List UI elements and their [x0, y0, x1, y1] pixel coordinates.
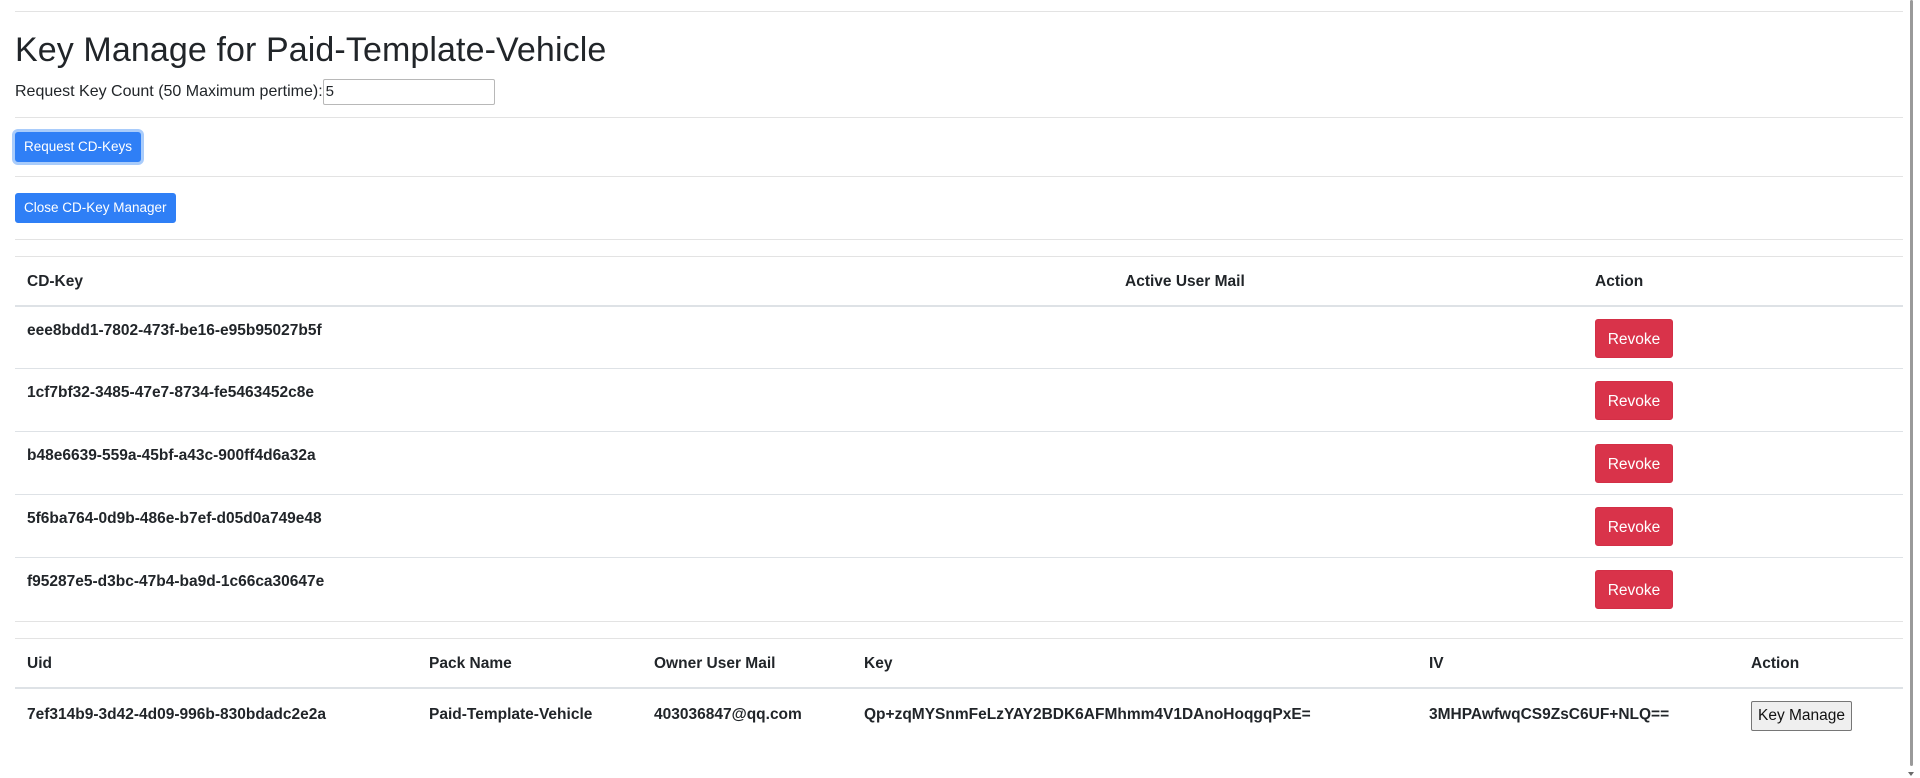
divider-2 — [15, 175, 1903, 177]
divider-1 — [15, 116, 1903, 118]
scrollbar-thumb[interactable] — [1910, 0, 1913, 766]
cd-key-cell: 5f6ba764-0d9b-486e-b7ef-d05d0a749e48 — [27, 510, 322, 528]
owner-mail-cell: 403036847@qq.com — [654, 705, 802, 723]
active-user-mail-cell — [1113, 558, 1583, 621]
cd-key-cell: 1cf7bf32-3485-47e7-8734-fe5463452c8e — [27, 384, 314, 402]
packs-table: Uid Pack Name Owner User Mail Key IV Act… — [15, 639, 1903, 742]
table-row: 5f6ba764-0d9b-486e-b7ef-d05d0a749e48 Rev… — [15, 495, 1903, 558]
page-container: Key Manage for Paid-Template-Vehicle Req… — [0, 11, 1920, 742]
column-header-action: Action — [1595, 272, 1644, 290]
key-cell: Qp+zqMYSnmFeLzYAY2BDK6AFMhmm4V1DAnoHoqgq… — [864, 705, 1311, 723]
request-cd-keys-button[interactable]: Request CD-Keys — [15, 131, 142, 162]
action-cell: Revoke — [1583, 558, 1903, 621]
revoke-button[interactable]: Revoke — [1595, 444, 1673, 484]
top-divider — [15, 11, 1903, 12]
active-user-mail-cell — [1113, 495, 1583, 558]
revoke-button[interactable]: Revoke — [1595, 570, 1673, 610]
column-header-uid: Uid — [27, 654, 52, 672]
cd-keys-table: CD-Key Active User Mail Action eee8bdd1-… — [15, 257, 1903, 621]
request-count-label: Request Key Count (50 Maximum pertime): — [15, 82, 323, 100]
action-cell: Revoke — [1583, 306, 1903, 369]
revoke-button[interactable]: Revoke — [1595, 381, 1673, 421]
action-cell: Revoke — [1583, 495, 1903, 558]
cd-key-cell: b48e6639-559a-45bf-a43c-900ff4d6a32a — [27, 447, 316, 465]
table-row: 7ef314b9-3d42-4d09-996b-830bdadc2e2a Pai… — [15, 688, 1903, 742]
action-cell: Revoke — [1583, 432, 1903, 495]
request-count-row: Request Key Count (50 Maximum pertime): — [15, 77, 1903, 107]
uid-cell: 7ef314b9-3d42-4d09-996b-830bdadc2e2a — [27, 705, 326, 723]
active-user-mail-cell — [1113, 306, 1583, 369]
request-count-input[interactable] — [322, 78, 495, 105]
request-button-row: Request CD-Keys — [15, 131, 1903, 162]
column-header-owner-user-mail: Owner User Mail — [654, 654, 776, 672]
active-user-mail-cell — [1113, 432, 1583, 495]
key-manage-button[interactable]: Key Manage — [1751, 700, 1853, 731]
action-cell: Revoke — [1583, 369, 1903, 432]
column-header-active-user-mail: Active User Mail — [1125, 272, 1245, 290]
cd-key-cell: f95287e5-d3bc-47b4-ba9d-1c66ca30647e — [27, 573, 325, 591]
keys-table-header: CD-Key Active User Mail Action — [15, 257, 1903, 306]
scroll-down-arrow-icon[interactable] — [1908, 772, 1914, 776]
column-header-cd-key: CD-Key — [27, 272, 83, 290]
close-cd-key-manager-button[interactable]: Close CD-Key Manager — [15, 192, 176, 223]
cd-key-cell: eee8bdd1-7802-473f-be16-e95b95027b5f — [27, 321, 322, 339]
divider-3 — [15, 238, 1903, 240]
column-header-action: Action — [1751, 654, 1800, 672]
revoke-button[interactable]: Revoke — [1595, 318, 1673, 358]
close-button-row: Close CD-Key Manager — [15, 192, 1903, 223]
page-title: Key Manage for Paid-Template-Vehicle — [15, 31, 607, 69]
active-user-mail-cell — [1113, 369, 1583, 432]
packs-table-header: Uid Pack Name Owner User Mail Key IV Act… — [15, 639, 1903, 688]
column-header-iv: IV — [1429, 654, 1444, 672]
iv-cell: 3MHPAwfwqCS9ZsC6UF+NLQ== — [1429, 705, 1670, 723]
table-row: eee8bdd1-7802-473f-be16-e95b95027b5f Rev… — [15, 306, 1903, 369]
table-row: b48e6639-559a-45bf-a43c-900ff4d6a32a Rev… — [15, 432, 1903, 495]
revoke-button[interactable]: Revoke — [1595, 507, 1673, 547]
column-header-pack-name: Pack Name — [429, 654, 512, 672]
pack-name-cell: Paid-Template-Vehicle — [429, 705, 593, 723]
table-row: f95287e5-d3bc-47b4-ba9d-1c66ca30647e Rev… — [15, 558, 1903, 621]
column-header-key: Key — [864, 654, 893, 672]
divider-4 — [15, 620, 1903, 622]
action-cell: Key Manage — [1739, 688, 1903, 742]
vertical-scrollbar[interactable] — [1903, 0, 1920, 778]
table-row: 1cf7bf32-3485-47e7-8734-fe5463452c8e Rev… — [15, 369, 1903, 432]
